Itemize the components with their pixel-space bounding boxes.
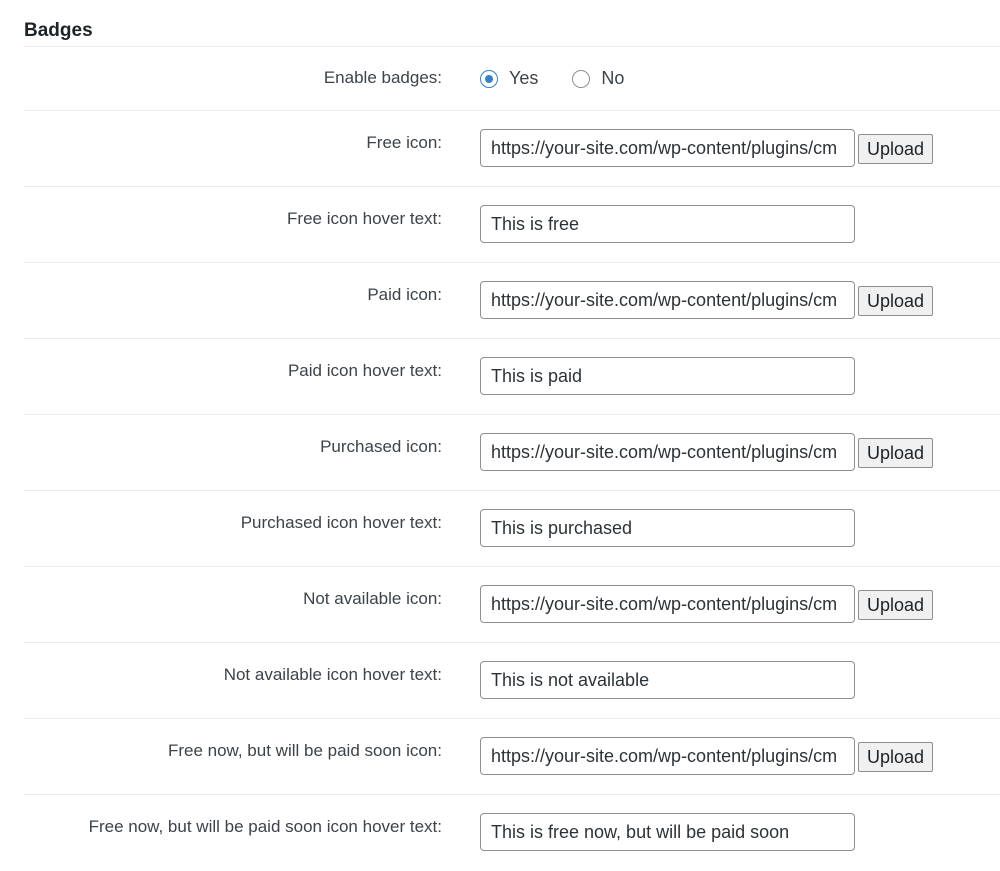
not-available-icon-hover-label: Not available icon hover text: — [223, 665, 442, 684]
paid-icon-row: Paid icon: Upload — [24, 263, 1000, 339]
no-radio[interactable] — [572, 69, 591, 88]
free-icon-hover-row: Free icon hover text: — [24, 187, 1000, 263]
settings-form: Enable badges: Yes No Free icon: Upload … — [24, 47, 1000, 871]
enable-badges-no-option[interactable]: No — [572, 68, 624, 89]
purchased-icon-hover-label: Purchased icon hover text: — [240, 513, 442, 532]
paid-icon-hover-label: Paid icon hover text: — [287, 361, 442, 380]
paid-icon-hover-row: Paid icon hover text: — [24, 339, 1000, 415]
not-available-icon-hover-input[interactable] — [480, 661, 855, 699]
purchased-icon-row: Purchased icon: Upload — [24, 415, 1000, 491]
section-title: Badges — [24, 20, 93, 41]
free-icon-label: Free icon: — [366, 133, 442, 152]
enable-badges-label: Enable badges: — [323, 68, 442, 87]
free-icon-hover-label: Free icon hover text: — [287, 209, 442, 228]
purchased-icon-upload-button[interactable]: Upload — [858, 438, 933, 468]
purchased-icon-url-input[interactable] — [480, 433, 855, 471]
free-now-paid-soon-icon-hover-input[interactable] — [480, 813, 855, 851]
no-label: No — [601, 68, 625, 88]
free-icon-url-input[interactable] — [480, 129, 855, 167]
free-icon-upload-button[interactable]: Upload — [858, 134, 933, 164]
enable-badges-radio-group: Yes No — [480, 68, 658, 89]
paid-icon-upload-button[interactable]: Upload — [858, 286, 933, 316]
free-now-paid-soon-icon-upload-button[interactable]: Upload — [858, 742, 933, 772]
yes-label: Yes — [509, 68, 539, 88]
free-icon-row: Free icon: Upload — [24, 111, 1000, 187]
paid-icon-hover-input[interactable] — [480, 357, 855, 395]
paid-icon-url-input[interactable] — [480, 281, 855, 319]
not-available-icon-hover-row: Not available icon hover text: — [24, 643, 1000, 719]
free-now-paid-soon-icon-url-input[interactable] — [480, 737, 855, 775]
purchased-icon-hover-input[interactable] — [480, 509, 855, 547]
enable-badges-row: Enable badges: Yes No — [24, 47, 1000, 111]
not-available-icon-url-input[interactable] — [480, 585, 855, 623]
not-available-icon-label: Not available icon: — [303, 589, 442, 608]
free-now-paid-soon-icon-hover-row: Free now, but will be paid soon icon hov… — [24, 795, 1000, 871]
not-available-icon-upload-button[interactable]: Upload — [858, 590, 933, 620]
purchased-icon-label: Purchased icon: — [320, 437, 442, 456]
yes-radio[interactable] — [480, 69, 498, 88]
not-available-icon-row: Not available icon: Upload — [24, 567, 1000, 643]
free-icon-hover-input[interactable] — [480, 205, 855, 243]
free-now-paid-soon-icon-row: Free now, but will be paid soon icon: Up… — [24, 719, 1000, 795]
purchased-icon-hover-row: Purchased icon hover text: — [24, 491, 1000, 567]
free-now-paid-soon-icon-hover-label: Free now, but will be paid soon icon hov… — [88, 817, 442, 836]
paid-icon-label: Paid icon: — [367, 285, 442, 304]
enable-badges-yes-option[interactable]: Yes — [480, 68, 538, 89]
free-now-paid-soon-icon-label: Free now, but will be paid soon icon: — [167, 741, 442, 760]
